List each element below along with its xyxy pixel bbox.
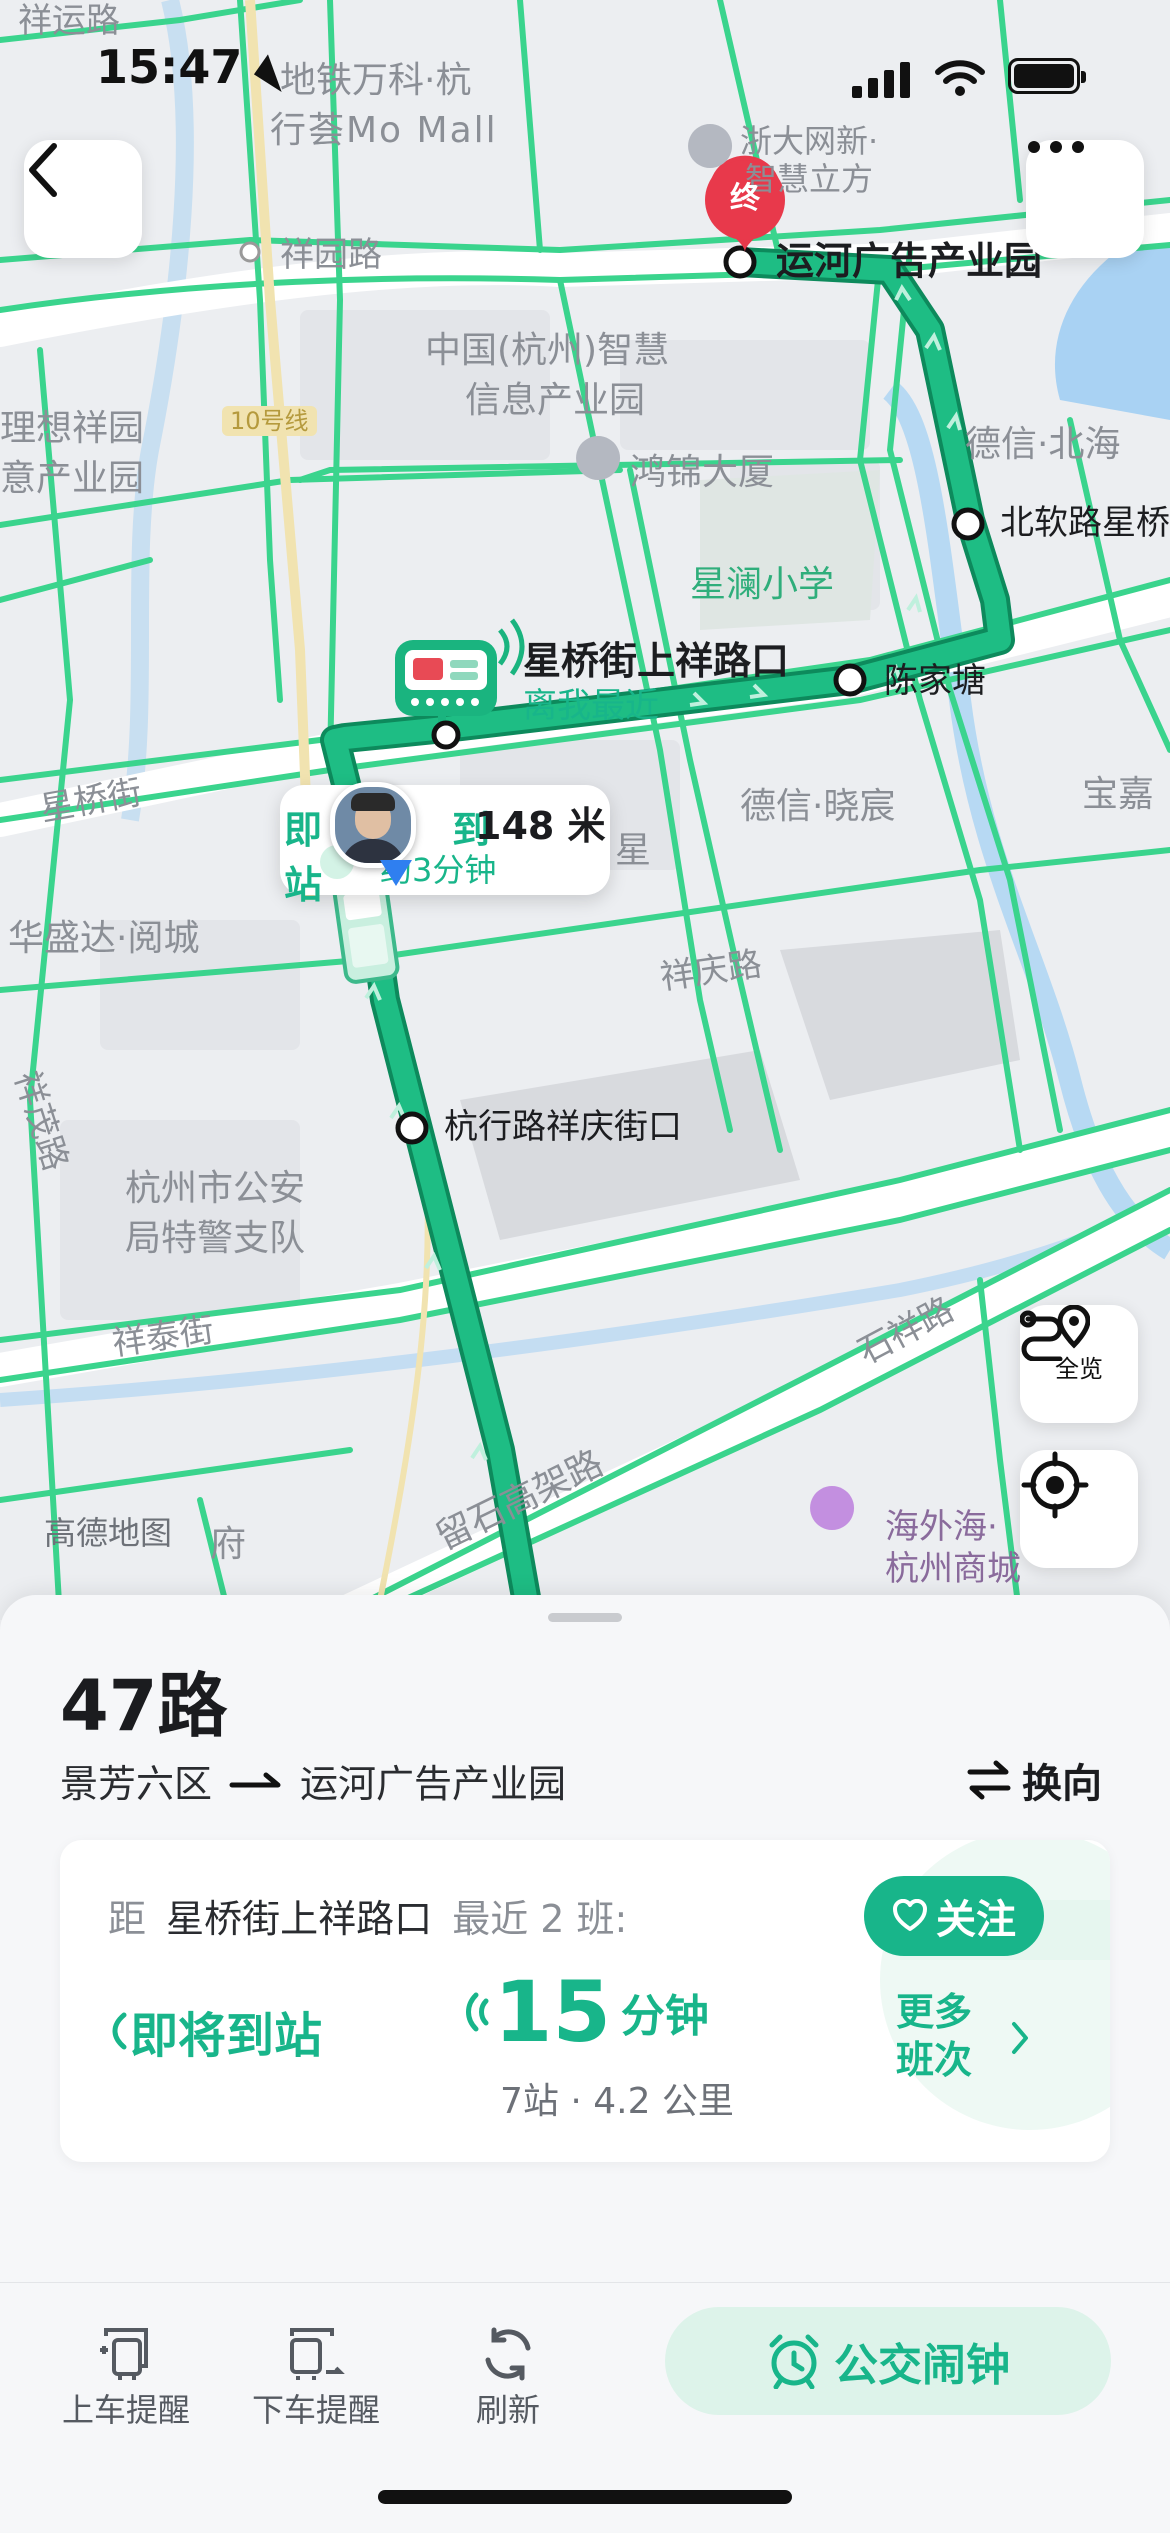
cellular-signal-icon <box>852 62 912 98</box>
poi-label: 鸿锦大厦 <box>630 452 775 493</box>
poi-label: 地铁万科·杭 <box>280 60 472 101</box>
card-stop-name: 星桥街上祥路口 <box>166 1897 433 1941</box>
board-remind-label: 上车提醒 <box>61 2391 190 2429</box>
bus1-status: 即将到站 <box>130 2008 323 2064</box>
board-bus-icon <box>100 2328 148 2380</box>
card-recent: 最近 2 班: <box>452 1897 628 1941</box>
poi-label: 府 <box>210 1524 247 1565</box>
more-schedules-button[interactable]: 更多 班次 <box>896 1988 972 2084</box>
location-direction-icon <box>380 860 412 886</box>
poi-label: 杭州商城 <box>885 1549 1021 1589</box>
poi-label: 星 <box>615 830 652 871</box>
more-line-1: 更多 <box>896 1990 973 2034</box>
reverse-direction-button[interactable]: 换向 <box>966 1751 1102 1809</box>
signal-wave-icon <box>112 2012 127 2050</box>
route-to: 运河广告产业园 <box>300 1762 567 1806</box>
alight-remind-label: 下车提醒 <box>251 2391 380 2429</box>
stop-label-hangxing[interactable]: 杭行路祥庆街口 <box>444 1106 682 1148</box>
follow-button[interactable]: 关注 <box>864 1876 1044 1956</box>
reverse-label: 换向 <box>1022 1761 1102 1807</box>
board-remind-button[interactable]: 上车提醒 <box>46 2323 206 2431</box>
eta-distance: 148 米 <box>475 804 606 848</box>
eta-bubble[interactable]: 即将到站 148 米 约3分钟 <box>280 785 610 907</box>
stop-label-beiruan[interactable]: 北软路星桥 <box>1000 502 1170 544</box>
more-button[interactable] <box>1026 140 1144 258</box>
overview-button[interactable]: 全览 <box>1020 1305 1138 1423</box>
route-overview-icon <box>1020 1305 1090 1361</box>
back-button[interactable] <box>24 140 142 258</box>
route-direction: 景芳六区 运河广告产业园 <box>60 1753 566 1808</box>
refresh-button[interactable]: 刷新 <box>428 2323 588 2431</box>
locate-button[interactable] <box>1020 1450 1138 1568</box>
route-from: 景芳六区 <box>60 1762 213 1806</box>
amap-logo: 高德地图 <box>44 1514 173 1552</box>
poi-label: 海外海· <box>885 1507 998 1547</box>
map-view[interactable]: 祥运路 地铁万科·杭 行荟Mo Mall 浙大网新· 智慧立方 祥园路 中国(杭… <box>0 0 1170 1620</box>
poi-label: 华盛达·阅城 <box>8 918 200 959</box>
poi-label: 星澜小学 <box>690 564 835 605</box>
arrival-card: 距 星桥街上祥路口 最近 2 班: 关注 即将到站 15 分钟 7站 · 4.2… <box>60 1840 1110 2162</box>
alarm-clock-icon <box>769 2334 819 2389</box>
poi-label: 浙大网新· <box>740 122 879 160</box>
refresh-icon <box>485 2327 531 2381</box>
status-time: 15:47 <box>96 40 243 94</box>
bus2-detail: 7站 · 4.2 公里 <box>500 2081 734 2122</box>
arrow-right-icon <box>229 1772 281 1787</box>
card-header: 距 星桥街上祥路口 最近 2 班: <box>108 1888 627 1943</box>
bus-alarm-button[interactable]: 公交闹钟 <box>665 2307 1111 2415</box>
chevron-right-icon <box>1012 2022 1028 2054</box>
poi-label: 局特警支队 <box>125 1218 306 1259</box>
stop-label-current[interactable]: 星桥街上祥路口 <box>523 640 789 682</box>
refresh-label: 刷新 <box>475 2391 540 2429</box>
bottom-sheet[interactable]: 47路 景芳六区 运河广告产业园 换向 距 星桥街上祥路口 最近 2 班: 关注… <box>0 1595 1170 2533</box>
swap-icon <box>967 1760 1011 1800</box>
road-label: 祥运路 <box>18 1 120 41</box>
poi-label: 德信·晓宸 <box>740 786 896 827</box>
poi-label: 德信·北海 <box>965 424 1121 465</box>
poi-label: 杭州市公安 <box>125 1168 306 1209</box>
metro-line-badge: 10号线 <box>222 406 317 436</box>
road-label: 祥园路 <box>280 235 382 275</box>
poi-label: 智慧立方 <box>745 160 874 198</box>
sheet-drag-handle[interactable] <box>548 1613 622 1622</box>
battery-icon <box>1008 58 1086 94</box>
wifi-icon <box>935 60 985 96</box>
bus-arrival-2[interactable]: 15 分钟 <box>464 1970 709 2054</box>
nearest-stop-tag: 离我最近 <box>523 686 659 726</box>
poi-label: 理想祥园 <box>0 408 145 449</box>
poi-label: 行荟Mo Mall <box>270 110 498 151</box>
bus-arrival-1[interactable]: 即将到站 <box>106 1996 322 2066</box>
signal-wave-icon <box>466 1992 489 2032</box>
stop-label-end[interactable]: 运河广告产业园 <box>776 240 1042 282</box>
chevron-left-icon <box>29 143 57 197</box>
poi-label: 宝嘉 <box>1082 774 1155 815</box>
route-name: 47路 <box>60 1665 228 1747</box>
home-indicator[interactable] <box>378 2490 792 2504</box>
alight-remind-button[interactable]: 下车提醒 <box>236 2323 396 2431</box>
poi-label: 中国(杭州)智慧 <box>425 330 670 371</box>
poi-label: 信息产业园 <box>465 380 646 421</box>
end-marker-label: 终 <box>730 181 760 216</box>
heart-icon <box>892 1899 928 1931</box>
more-line-2: 班次 <box>896 2038 973 2082</box>
bus-alarm-label: 公交闹钟 <box>834 2340 1010 2391</box>
poi-label: 意产业园 <box>0 458 145 499</box>
user-avatar[interactable] <box>330 782 416 868</box>
locate-target-icon <box>1021 1451 1089 1519</box>
more-dots-icon <box>1028 141 1084 153</box>
bus2-unit: 分钟 <box>620 1991 709 2042</box>
card-prefix: 距 <box>108 1897 147 1941</box>
follow-label: 关注 <box>936 1897 1016 1943</box>
stop-label-chenjiatang[interactable]: 陈家塘 <box>884 660 986 702</box>
bus2-minutes: 15 <box>494 1963 611 2061</box>
alight-bus-icon <box>290 2328 345 2380</box>
